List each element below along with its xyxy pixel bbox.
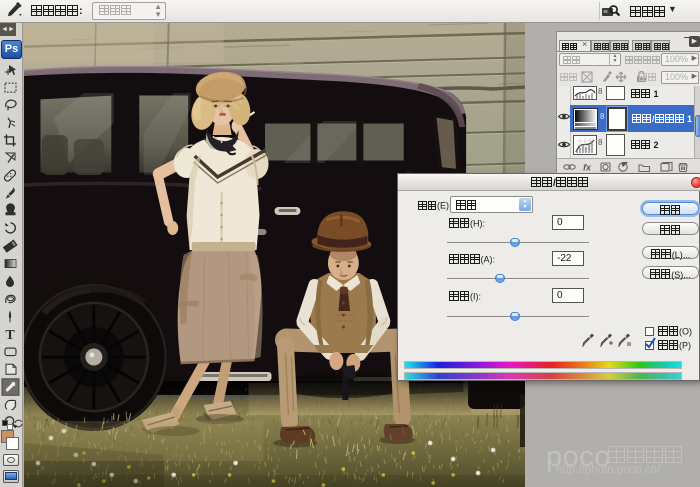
svg-text:T: T xyxy=(5,328,15,343)
svg-text:fx: fx xyxy=(583,163,592,173)
